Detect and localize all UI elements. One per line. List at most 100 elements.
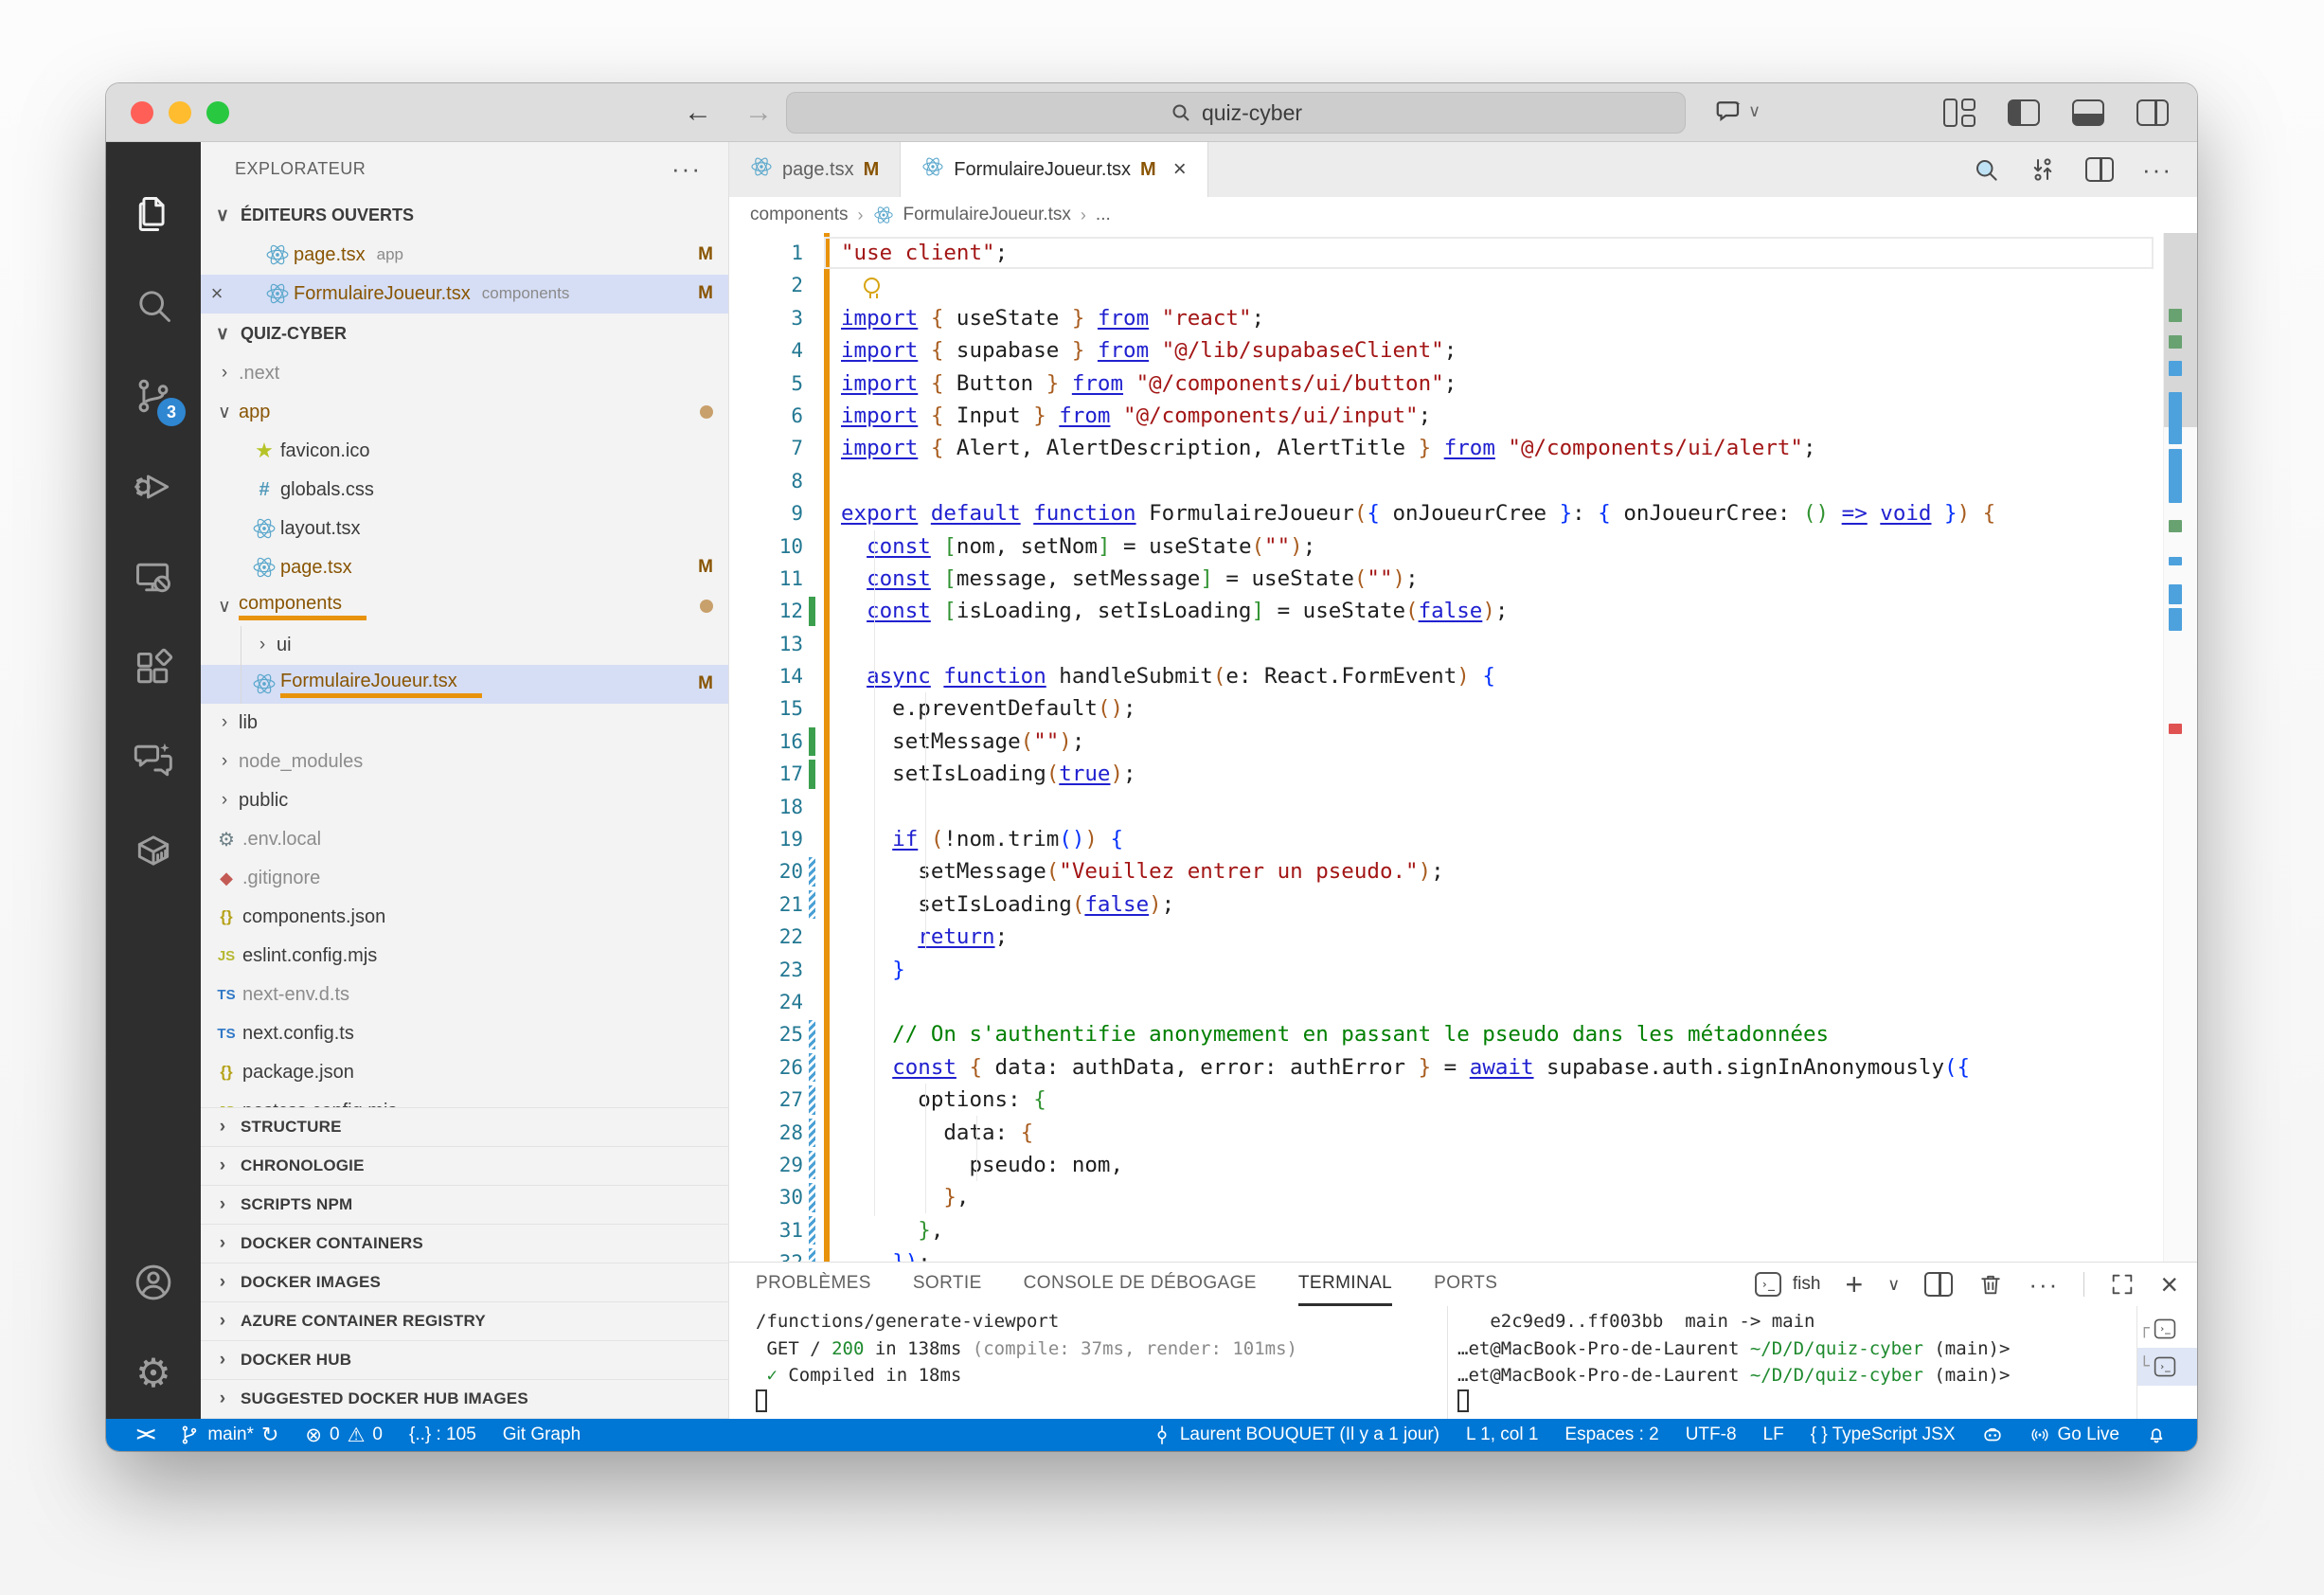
breadcrumb-item[interactable]: ... bbox=[1096, 205, 1111, 225]
overview-ruler[interactable] bbox=[2163, 233, 2197, 1262]
toggle-sidebar-icon[interactable] bbox=[2008, 99, 2040, 126]
remote-explorer-icon[interactable] bbox=[106, 532, 201, 623]
project-root-header[interactable]: ∨ QUIZ-CYBER bbox=[201, 314, 728, 354]
tree-item-layout-tsx[interactable]: layout.tsx bbox=[201, 510, 728, 548]
split-terminal-icon[interactable] bbox=[1924, 1272, 1953, 1297]
sidebar-section-docker-hub[interactable]: ›DOCKER HUB bbox=[201, 1341, 728, 1380]
status-item-go-live[interactable]: Go Live bbox=[2016, 1419, 2133, 1451]
code-line-16[interactable]: 16 setMessage(""); bbox=[729, 726, 2159, 758]
terminal-left[interactable]: /functions/generate-viewport GET / 200 i… bbox=[729, 1306, 1447, 1419]
settings-icon[interactable]: ⚙ bbox=[106, 1328, 201, 1419]
account-icon[interactable] bbox=[106, 1237, 201, 1328]
tree-item-next-config-ts[interactable]: TSnext.config.ts bbox=[201, 1014, 728, 1053]
code-line-11[interactable]: 11 const [message, setMessage] = useStat… bbox=[729, 563, 2159, 595]
tree-item-favicon-ico[interactable]: ★favicon.ico bbox=[201, 432, 728, 471]
code-line-2[interactable]: 2 bbox=[729, 269, 2159, 301]
code-line-28[interactable]: 28 data: { bbox=[729, 1117, 2159, 1149]
open-editors-header[interactable]: ∨ ÉDITEURS OUVERTS bbox=[201, 195, 728, 236]
chat-icon[interactable] bbox=[106, 714, 201, 805]
forward-icon[interactable]: → bbox=[744, 97, 773, 129]
toggle-panel-icon[interactable] bbox=[2072, 99, 2104, 126]
command-center-search[interactable]: quiz-cyber bbox=[786, 92, 1686, 134]
zoom-window-button[interactable] bbox=[206, 101, 229, 124]
more-actions-icon[interactable]: ··· bbox=[2029, 1270, 2059, 1299]
code-line-29[interactable]: 29 pseudo: nom, bbox=[729, 1149, 2159, 1181]
docker-icon[interactable] bbox=[106, 805, 201, 896]
close-panel-icon[interactable]: × bbox=[2160, 1267, 2178, 1302]
code-line-18[interactable]: 18 bbox=[729, 791, 2159, 823]
code-line-31[interactable]: 31 }, bbox=[729, 1214, 2159, 1246]
open-editor-item[interactable]: page.tsxappM bbox=[201, 236, 728, 275]
code-line-3[interactable]: 3import { useState } from "react"; bbox=[729, 302, 2159, 334]
copilot-chat-button[interactable]: ∨ bbox=[1714, 97, 1761, 125]
terminal-tab-item[interactable]: ┌ ›_ bbox=[2137, 1310, 2197, 1348]
tree-item-page-tsx[interactable]: page.tsxM bbox=[201, 548, 728, 587]
status-item-copilot[interactable] bbox=[1969, 1419, 2016, 1451]
code-line-23[interactable]: 23 } bbox=[729, 954, 2159, 986]
sidebar-more-actions-icon[interactable]: ··· bbox=[671, 154, 702, 184]
code-line-14[interactable]: 14 async function handleSubmit(e: React.… bbox=[729, 660, 2159, 692]
open-editor-item[interactable]: ×FormulaireJoueur.tsxcomponentsM bbox=[201, 275, 728, 314]
status-item-lf[interactable]: LF bbox=[1750, 1419, 1797, 1451]
status-item-bell[interactable] bbox=[2133, 1419, 2180, 1451]
customize-layout-icon[interactable] bbox=[1943, 99, 1975, 127]
tree-item--gitignore[interactable]: ◆.gitignore bbox=[201, 859, 728, 898]
panel-tab-ports[interactable]: PORTS bbox=[1434, 1263, 1497, 1306]
tree-item-public[interactable]: ›public bbox=[201, 781, 728, 820]
code-line-26[interactable]: 26 const { data: authData, error: authEr… bbox=[729, 1051, 2159, 1084]
status-item-l-1-col-1[interactable]: L 1, col 1 bbox=[1453, 1419, 1551, 1451]
breadcrumb[interactable]: components›FormulaireJoueur.tsx›... bbox=[729, 197, 2197, 233]
tree-item-postcss-config-mjs[interactable]: JSpostcss.config.mjs bbox=[201, 1092, 728, 1107]
more-actions-icon[interactable]: ··· bbox=[2142, 155, 2172, 185]
status-item-espaces-2[interactable]: Espaces : 2 bbox=[1551, 1419, 1671, 1451]
sidebar-section-structure[interactable]: ›STRUCTURE bbox=[201, 1108, 728, 1147]
code-line-27[interactable]: 27 options: { bbox=[729, 1084, 2159, 1116]
code-line-8[interactable]: 8 bbox=[729, 465, 2159, 497]
code-line-24[interactable]: 24 bbox=[729, 986, 2159, 1018]
breadcrumb-item[interactable]: components bbox=[750, 205, 849, 225]
chevron-down-icon[interactable]: ∨ bbox=[1887, 1275, 1900, 1295]
tree-item-lib[interactable]: ›lib bbox=[201, 704, 728, 743]
sidebar-section-azure-container-registry[interactable]: ›AZURE CONTAINER REGISTRY bbox=[201, 1302, 728, 1341]
sidebar-section-scripts-npm[interactable]: ›SCRIPTS NPM bbox=[201, 1186, 728, 1225]
panel-tab-terminal[interactable]: TERMINAL bbox=[1298, 1263, 1392, 1306]
run-debug-icon[interactable] bbox=[106, 441, 201, 532]
code-line-7[interactable]: 7import { Alert, AlertDescription, Alert… bbox=[729, 432, 2159, 464]
code-line-17[interactable]: 17 setIsLoading(true); bbox=[729, 758, 2159, 790]
code-line-5[interactable]: 5import { Button } from "@/components/ui… bbox=[729, 367, 2159, 400]
tab-page.tsx[interactable]: page.tsxM bbox=[729, 142, 901, 197]
explorer-icon[interactable] bbox=[106, 169, 201, 260]
sidebar-section-suggested-docker-hub-images[interactable]: ›SUGGESTED DOCKER HUB IMAGES bbox=[201, 1380, 728, 1419]
tree-item-eslint-config-mjs[interactable]: JSeslint.config.mjs bbox=[201, 937, 728, 976]
tree-item-app[interactable]: ∨app bbox=[201, 393, 728, 432]
tree-item-ui[interactable]: ›ui bbox=[201, 626, 728, 665]
back-icon[interactable]: ← bbox=[684, 97, 712, 129]
terminal-right[interactable]: e2c9ed9..ff003bb main -> main…et@MacBook… bbox=[1447, 1306, 2136, 1419]
tree-item-globals-css[interactable]: #globals.css bbox=[201, 471, 728, 510]
code-line-19[interactable]: 19 if (!nom.trim()) { bbox=[729, 823, 2159, 855]
code-line-9[interactable]: 9export default function FormulaireJoueu… bbox=[729, 497, 2159, 529]
breadcrumb-item[interactable]: FormulaireJoueur.tsx bbox=[903, 205, 1071, 225]
tree-item-next-env-d-ts[interactable]: TSnext-env.d.ts bbox=[201, 976, 728, 1014]
code-line-30[interactable]: 30 }, bbox=[729, 1181, 2159, 1213]
sidebar-section-docker-containers[interactable]: ›DOCKER CONTAINERS bbox=[201, 1225, 728, 1263]
sidebar-section-chronologie[interactable]: ›CHRONOLOGIE bbox=[201, 1147, 728, 1186]
close-window-button[interactable] bbox=[131, 101, 153, 124]
tree-item--next[interactable]: ›.next bbox=[201, 354, 728, 393]
code-editor[interactable]: 1"use client";23import { useState } from… bbox=[729, 233, 2197, 1262]
status-item-remote[interactable]: >< bbox=[123, 1419, 166, 1451]
code-line-1[interactable]: 1"use client"; bbox=[729, 237, 2159, 269]
kill-terminal-icon[interactable] bbox=[1977, 1271, 2004, 1298]
status-item-utf-8[interactable]: UTF-8 bbox=[1672, 1419, 1750, 1451]
code-line-13[interactable]: 13 bbox=[729, 628, 2159, 660]
search-icon[interactable] bbox=[106, 260, 201, 350]
code-line-4[interactable]: 4import { supabase } from "@/lib/supabas… bbox=[729, 334, 2159, 367]
compare-changes-icon[interactable] bbox=[2029, 155, 2057, 184]
tree-item-node-modules[interactable]: ›node_modules bbox=[201, 743, 728, 781]
code-line-22[interactable]: 22 return; bbox=[729, 921, 2159, 953]
panel-tab-sortie[interactable]: SORTIE bbox=[913, 1263, 982, 1306]
code-line-6[interactable]: 6import { Input } from "@/components/ui/… bbox=[729, 400, 2159, 432]
status-item--105[interactable]: {..} : 105 bbox=[396, 1419, 490, 1451]
status-item--typescript-jsx[interactable]: { } TypeScript JSX bbox=[1797, 1419, 1969, 1451]
code-line-12[interactable]: 12 const [isLoading, setIsLoading] = use… bbox=[729, 595, 2159, 627]
